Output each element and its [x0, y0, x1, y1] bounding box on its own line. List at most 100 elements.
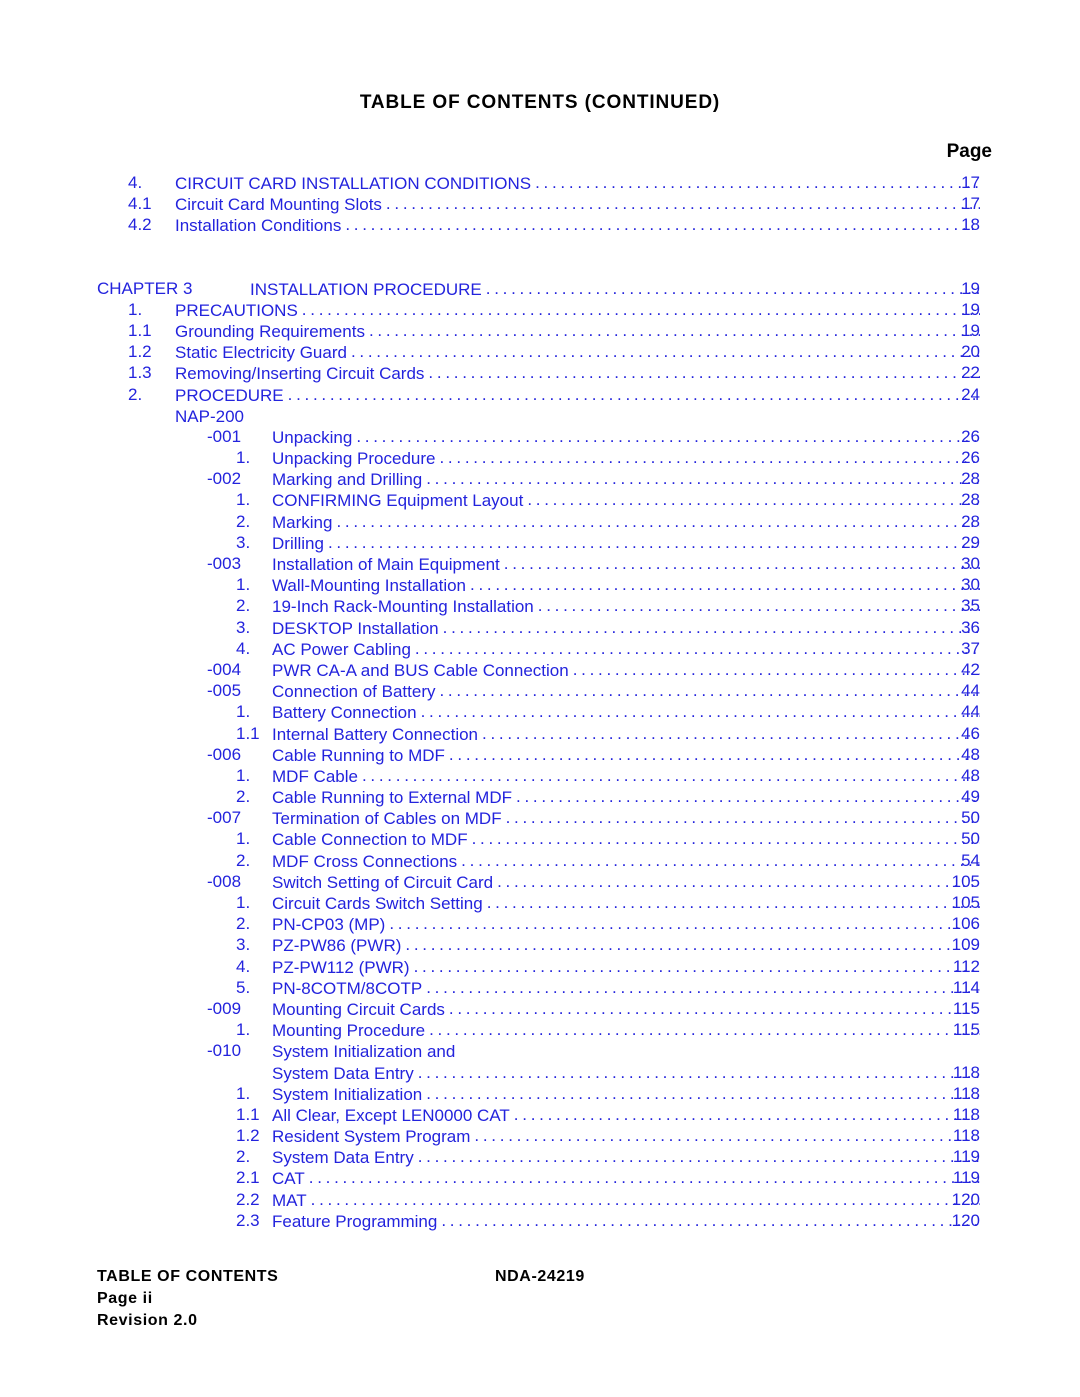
footer-revision: Revision 2.0: [97, 1312, 198, 1329]
toc-entry[interactable]: 3. DESKTOP Installation 36: [0, 617, 1080, 638]
toc-entry[interactable]: 1. Mounting Procedure 115: [0, 1019, 1080, 1040]
toc-entry[interactable]: CHAPTER 3 INSTALLATION PROCEDURE 19: [0, 278, 1080, 299]
toc-entry-label: Resident System Program: [272, 1127, 471, 1147]
toc-entry-page-number: 26: [961, 426, 980, 446]
toc-entry-number: 1.: [236, 765, 251, 785]
toc-entry-body: Mounting Circuit Cards: [272, 998, 980, 1020]
toc-dot-leader: [497, 871, 980, 888]
toc-entry-number: 1.: [236, 448, 251, 468]
toc-entry-body: CAT: [272, 1167, 980, 1189]
toc-entry[interactable]: -005 Connection of Battery 44: [0, 680, 1080, 701]
toc-entry-page-number: 118: [952, 1083, 980, 1103]
toc-entry-number: -010: [207, 1041, 242, 1061]
toc-entry-label: DESKTOP Installation: [272, 618, 439, 638]
toc-entry[interactable]: 3. Drilling 29: [0, 532, 1080, 553]
toc-entry-label: Drilling: [272, 533, 324, 553]
toc-entry-page-number: 37: [961, 638, 980, 658]
toc-entry[interactable]: 1. CONFIRMING Equipment Layout 28: [0, 489, 1080, 510]
toc-dot-leader: [482, 723, 980, 740]
toc-entry[interactable]: 4.2 Installation Conditions 18: [0, 214, 1080, 235]
toc-entry[interactable]: 2. Cable Running to External MDF 49: [0, 786, 1080, 807]
toc-entry-page-number: 30: [961, 575, 980, 595]
toc-entry[interactable]: 1.3 Removing/Inserting Circuit Cards 22: [0, 362, 1080, 383]
toc-entry[interactable]: 1.2 Static Electricity Guard 20: [0, 341, 1080, 362]
toc-entry[interactable]: -009 Mounting Circuit Cards 115: [0, 998, 1080, 1019]
toc-entry-label: PZ-PW86 (PWR): [272, 936, 402, 956]
toc-entry-page-number: 120: [951, 1189, 980, 1209]
toc-entry-number: 1.2: [128, 342, 152, 362]
toc-entry[interactable]: 1. Unpacking Procedure 26: [0, 447, 1080, 468]
toc-entry-page-number: 50: [961, 808, 980, 828]
toc-dot-leader: [439, 680, 980, 697]
toc-entry[interactable]: 1. System Initialization 118: [0, 1083, 1080, 1104]
toc-entry-page-number: 17: [961, 173, 980, 192]
toc-entry[interactable]: 2. PN-CP03 (MP) 106: [0, 913, 1080, 934]
toc-dot-leader: [311, 1189, 980, 1206]
toc-entry[interactable]: 1.1 Grounding Requirements 19: [0, 320, 1080, 341]
toc-entry[interactable]: 4.1 Circuit Card Mounting Slots 17: [0, 193, 1080, 214]
toc-entry[interactable]: 1. Wall-Mounting Installation 30: [0, 574, 1080, 595]
toc-entry-number: 4.1: [128, 194, 152, 214]
toc-entry-body: Cable Running to External MDF: [272, 786, 980, 808]
toc-entry[interactable]: 1.1 All Clear, Except LEN0000 CAT 118: [0, 1104, 1080, 1125]
toc-entry-label: Marking: [272, 512, 333, 532]
toc-entry[interactable]: -001 Unpacking 26: [0, 426, 1080, 447]
toc-dot-leader: [472, 828, 980, 845]
toc-entry[interactable]: 1. PRECAUTIONS 19: [0, 299, 1080, 320]
toc-entry-label: Cable Running to External MDF: [272, 788, 513, 808]
toc-entry[interactable]: 3. PZ-PW86 (PWR) 109: [0, 934, 1080, 955]
toc-entry-page-number: 19: [961, 278, 980, 298]
toc-entry[interactable]: -004 PWR CA-A and BUS Cable Connection 42: [0, 659, 1080, 680]
toc-entry-body: Installation Conditions: [175, 214, 980, 236]
toc-dot-leader: [415, 638, 980, 655]
toc-entry[interactable]: 4. AC Power Cabling 37: [0, 638, 1080, 659]
toc-entry[interactable]: 5. PN-8COTM/8COTP 114: [0, 977, 1080, 998]
toc-dot-leader: [506, 807, 980, 824]
toc-entry[interactable]: 1. MDF Cable 48: [0, 765, 1080, 786]
toc-entry-body: 19-Inch Rack-Mounting Installation: [272, 595, 980, 617]
toc-entry-body: PZ-PW86 (PWR): [272, 934, 980, 956]
toc-entry[interactable]: 1. Circuit Cards Switch Setting 105: [0, 892, 1080, 913]
toc-entry[interactable]: 2. MDF Cross Connections 54: [0, 850, 1080, 871]
toc-dot-leader: [449, 744, 980, 761]
toc-dot-leader: [538, 595, 980, 612]
toc-entry[interactable]: -006 Cable Running to MDF 48: [0, 744, 1080, 765]
toc-entry[interactable]: -002 Marking and Drilling 28: [0, 468, 1080, 489]
toc-dot-leader: [351, 341, 980, 358]
toc-entry[interactable]: System Data Entry 118: [0, 1062, 1080, 1083]
toc-entry-page-number: 48: [961, 765, 980, 785]
toc-entry[interactable]: -010 System Initialization and: [0, 1040, 1080, 1061]
toc-entry[interactable]: 2. PROCEDURE 24: [0, 384, 1080, 405]
toc-entry[interactable]: 1. Cable Connection to MDF 50: [0, 828, 1080, 849]
toc-entry-number: 4.: [236, 956, 251, 976]
toc-entry[interactable]: 2. 19-Inch Rack-Mounting Installation 35: [0, 595, 1080, 616]
toc-entry[interactable]: 2. Marking 28: [0, 511, 1080, 532]
toc-entry-page-number: 46: [961, 723, 980, 743]
toc-entry[interactable]: NAP-200: [0, 405, 1080, 426]
toc-entry-label: Switch Setting of Circuit Card: [272, 872, 494, 892]
toc-entry[interactable]: -008 Switch Setting of Circuit Card 105: [0, 871, 1080, 892]
toc-entry-label: System Data Entry: [272, 1148, 414, 1168]
toc-entry-page-number: 36: [961, 617, 980, 637]
toc-entry-label: System Initialization: [272, 1084, 423, 1104]
toc-entry[interactable]: 2.2 MAT 120: [0, 1189, 1080, 1210]
toc-entry[interactable]: 1.2 Resident System Program 118: [0, 1125, 1080, 1146]
toc-dot-leader: [414, 956, 980, 973]
toc-entry[interactable]: 2. System Data Entry 119: [0, 1146, 1080, 1167]
toc-entry-body: PN-CP03 (MP): [272, 913, 980, 935]
toc-entry[interactable]: -007 Termination of Cables on MDF 50: [0, 807, 1080, 828]
toc-entry-page-number: 109: [951, 935, 980, 955]
toc-entry[interactable]: 2.3 Feature Programming 120: [0, 1210, 1080, 1231]
toc-entry-label: PN-8COTM/8COTP: [272, 978, 423, 998]
toc-dot-leader: [459, 1040, 980, 1057]
toc-entry-body: NAP-200: [175, 405, 980, 427]
toc-entry[interactable]: 1. Battery Connection 44: [0, 701, 1080, 722]
toc-entry[interactable]: 2.1 CAT 119: [0, 1167, 1080, 1188]
toc-entry[interactable]: 4. CIRCUIT CARD INSTALLATION CONDITIONS 17: [0, 172, 1080, 193]
toc-entry-number: 2.3: [236, 1210, 260, 1230]
toc-entry[interactable]: 1.1 Internal Battery Connection 46: [0, 723, 1080, 744]
toc-entry[interactable]: 4. PZ-PW112 (PWR) 112: [0, 956, 1080, 977]
toc-dot-leader: [418, 1146, 980, 1163]
toc-entry[interactable]: -003 Installation of Main Equipment 30: [0, 553, 1080, 574]
toc-entry-number: 2.: [236, 1147, 251, 1167]
